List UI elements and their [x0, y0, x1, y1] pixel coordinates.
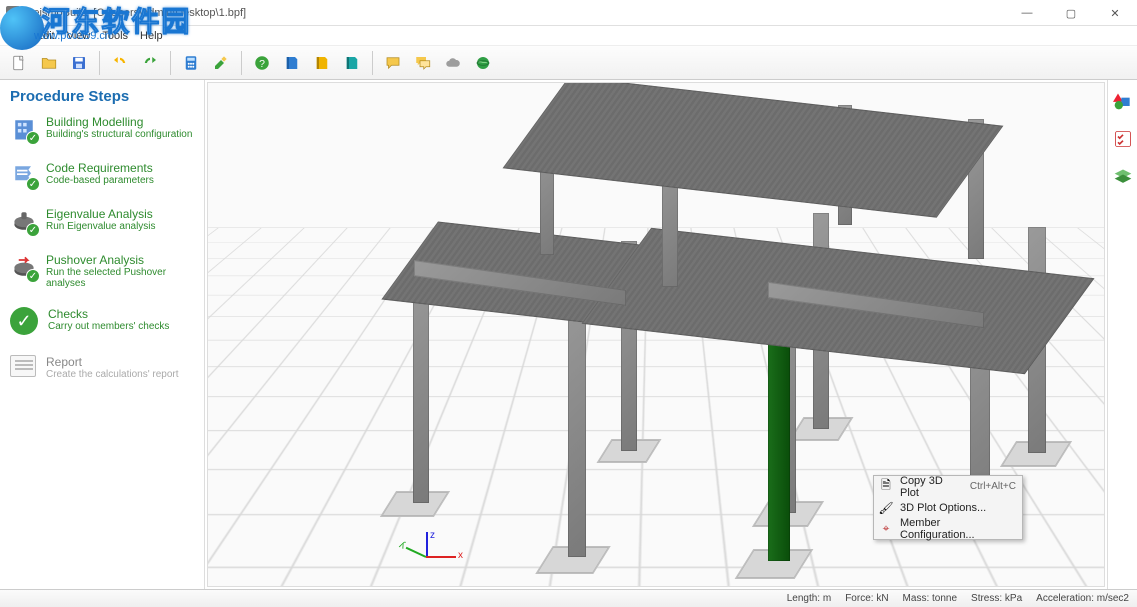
- push-icon: ✓: [10, 253, 38, 281]
- status-accel: Acceleration: m/sec2: [1036, 593, 1129, 604]
- comments-layers-button[interactable]: [410, 50, 436, 76]
- step-desc: Code-based parameters: [46, 175, 154, 186]
- step-eigenvalue-analysis[interactable]: ✓ Eigenvalue Analysis Run Eigenvalue ana…: [10, 207, 194, 235]
- building-icon: ✓: [10, 115, 38, 143]
- slab-roof[interactable]: [503, 82, 1004, 218]
- window-close-button[interactable]: ✕: [1093, 0, 1137, 26]
- right-toolbar: [1107, 80, 1137, 589]
- menu-help[interactable]: Help: [140, 30, 163, 42]
- 3d-viewport[interactable]: 🗎 Copy 3D Plot Ctrl+Alt+C 🖌 3D Plot Opti…: [207, 82, 1105, 587]
- help-button[interactable]: ?: [249, 50, 275, 76]
- new-file-button[interactable]: [6, 50, 32, 76]
- viewport-context-menu: 🗎 Copy 3D Plot Ctrl+Alt+C 🖌 3D Plot Opti…: [873, 475, 1023, 540]
- book-teal-button[interactable]: [339, 50, 365, 76]
- step-title: Pushover Analysis: [46, 253, 194, 267]
- axis-x: [426, 556, 456, 558]
- step-desc: Run Eigenvalue analysis: [46, 221, 156, 232]
- svg-text:?: ?: [259, 57, 265, 69]
- paint-button[interactable]: [208, 50, 234, 76]
- status-stress: Stress: kPa: [971, 593, 1022, 604]
- step-pushover-analysis[interactable]: ✓ Pushover Analysis Run the selected Pus…: [10, 253, 194, 289]
- shapes-icon[interactable]: [1112, 90, 1134, 112]
- step-title: Eigenvalue Analysis: [46, 207, 156, 221]
- menu-file[interactable]: File: [6, 30, 24, 42]
- member-icon: ⌖: [878, 521, 894, 537]
- open-file-button[interactable]: [36, 50, 62, 76]
- menu-bar: File Edit View Tools Help: [0, 26, 1137, 46]
- step-desc: Carry out members' checks: [48, 321, 169, 332]
- menu-tools[interactable]: Tools: [102, 30, 128, 42]
- menu-view[interactable]: View: [67, 30, 91, 42]
- mass-icon: ✓: [10, 207, 38, 235]
- ctx-3d-plot-options[interactable]: 🖌 3D Plot Options...: [874, 497, 1022, 518]
- palette-icon: 🖌: [878, 500, 894, 516]
- calculator-button[interactable]: [178, 50, 204, 76]
- book-blue-button[interactable]: [279, 50, 305, 76]
- cloud-button[interactable]: [440, 50, 466, 76]
- step-desc: Create the calculations' report: [46, 369, 179, 380]
- book-yellow-button[interactable]: [309, 50, 335, 76]
- step-building-modelling[interactable]: ✓ Building Modelling Building's structur…: [10, 115, 194, 143]
- status-length: Length: m: [787, 593, 831, 604]
- ctx-copy-3d-plot[interactable]: 🗎 Copy 3D Plot Ctrl+Alt+C: [874, 476, 1022, 497]
- scroll-icon: ✓: [10, 161, 38, 189]
- layers-icon[interactable]: [1112, 166, 1134, 188]
- step-title: Checks: [48, 307, 169, 321]
- step-desc: Run the selected Pushover analyses: [46, 267, 194, 289]
- step-code-requirements[interactable]: ✓ Code Requirements Code-based parameter…: [10, 161, 194, 189]
- globe-button[interactable]: [470, 50, 496, 76]
- status-force: Force: kN: [845, 593, 888, 604]
- sidebar-heading: Procedure Steps: [10, 88, 194, 105]
- app-icon: [6, 6, 20, 20]
- redo-button[interactable]: [137, 50, 163, 76]
- save-file-button[interactable]: [66, 50, 92, 76]
- status-bar: Length: m Force: kN Mass: tonne Stress: …: [0, 589, 1137, 607]
- menu-edit[interactable]: Edit: [36, 30, 55, 42]
- titlebar: SeismoBuild [C:\Users\admin\Desktop\1.bp…: [0, 0, 1137, 26]
- window-title: SeismoBuild [C:\Users\admin\Desktop\1.bp…: [26, 7, 246, 19]
- copy-plot-icon: 🗎: [878, 479, 894, 495]
- step-title: Code Requirements: [46, 161, 154, 175]
- undo-button[interactable]: [107, 50, 133, 76]
- check-icon: ✓: [10, 307, 40, 337]
- step-title: Building Modelling: [46, 115, 192, 129]
- step-desc: Building's structural configuration: [46, 129, 192, 140]
- step-report[interactable]: Report Create the calculations' report: [10, 355, 194, 383]
- step-checks[interactable]: ✓ Checks Carry out members' checks: [10, 307, 194, 337]
- procedure-steps-panel: Procedure Steps ✓ Building Modelling Bui…: [0, 80, 205, 589]
- checklist-icon[interactable]: [1112, 128, 1134, 150]
- window-maximize-button[interactable]: ▢: [1049, 0, 1093, 26]
- ctx-member-configuration[interactable]: ⌖ Member Configuration...: [874, 518, 1022, 539]
- report-icon: [10, 355, 38, 383]
- axis-z: [426, 532, 428, 556]
- main-toolbar: ?: [0, 46, 1137, 80]
- status-mass: Mass: tonne: [903, 593, 957, 604]
- window-minimize-button[interactable]: —: [1005, 0, 1049, 26]
- comment-button[interactable]: [380, 50, 406, 76]
- step-title: Report: [46, 355, 179, 369]
